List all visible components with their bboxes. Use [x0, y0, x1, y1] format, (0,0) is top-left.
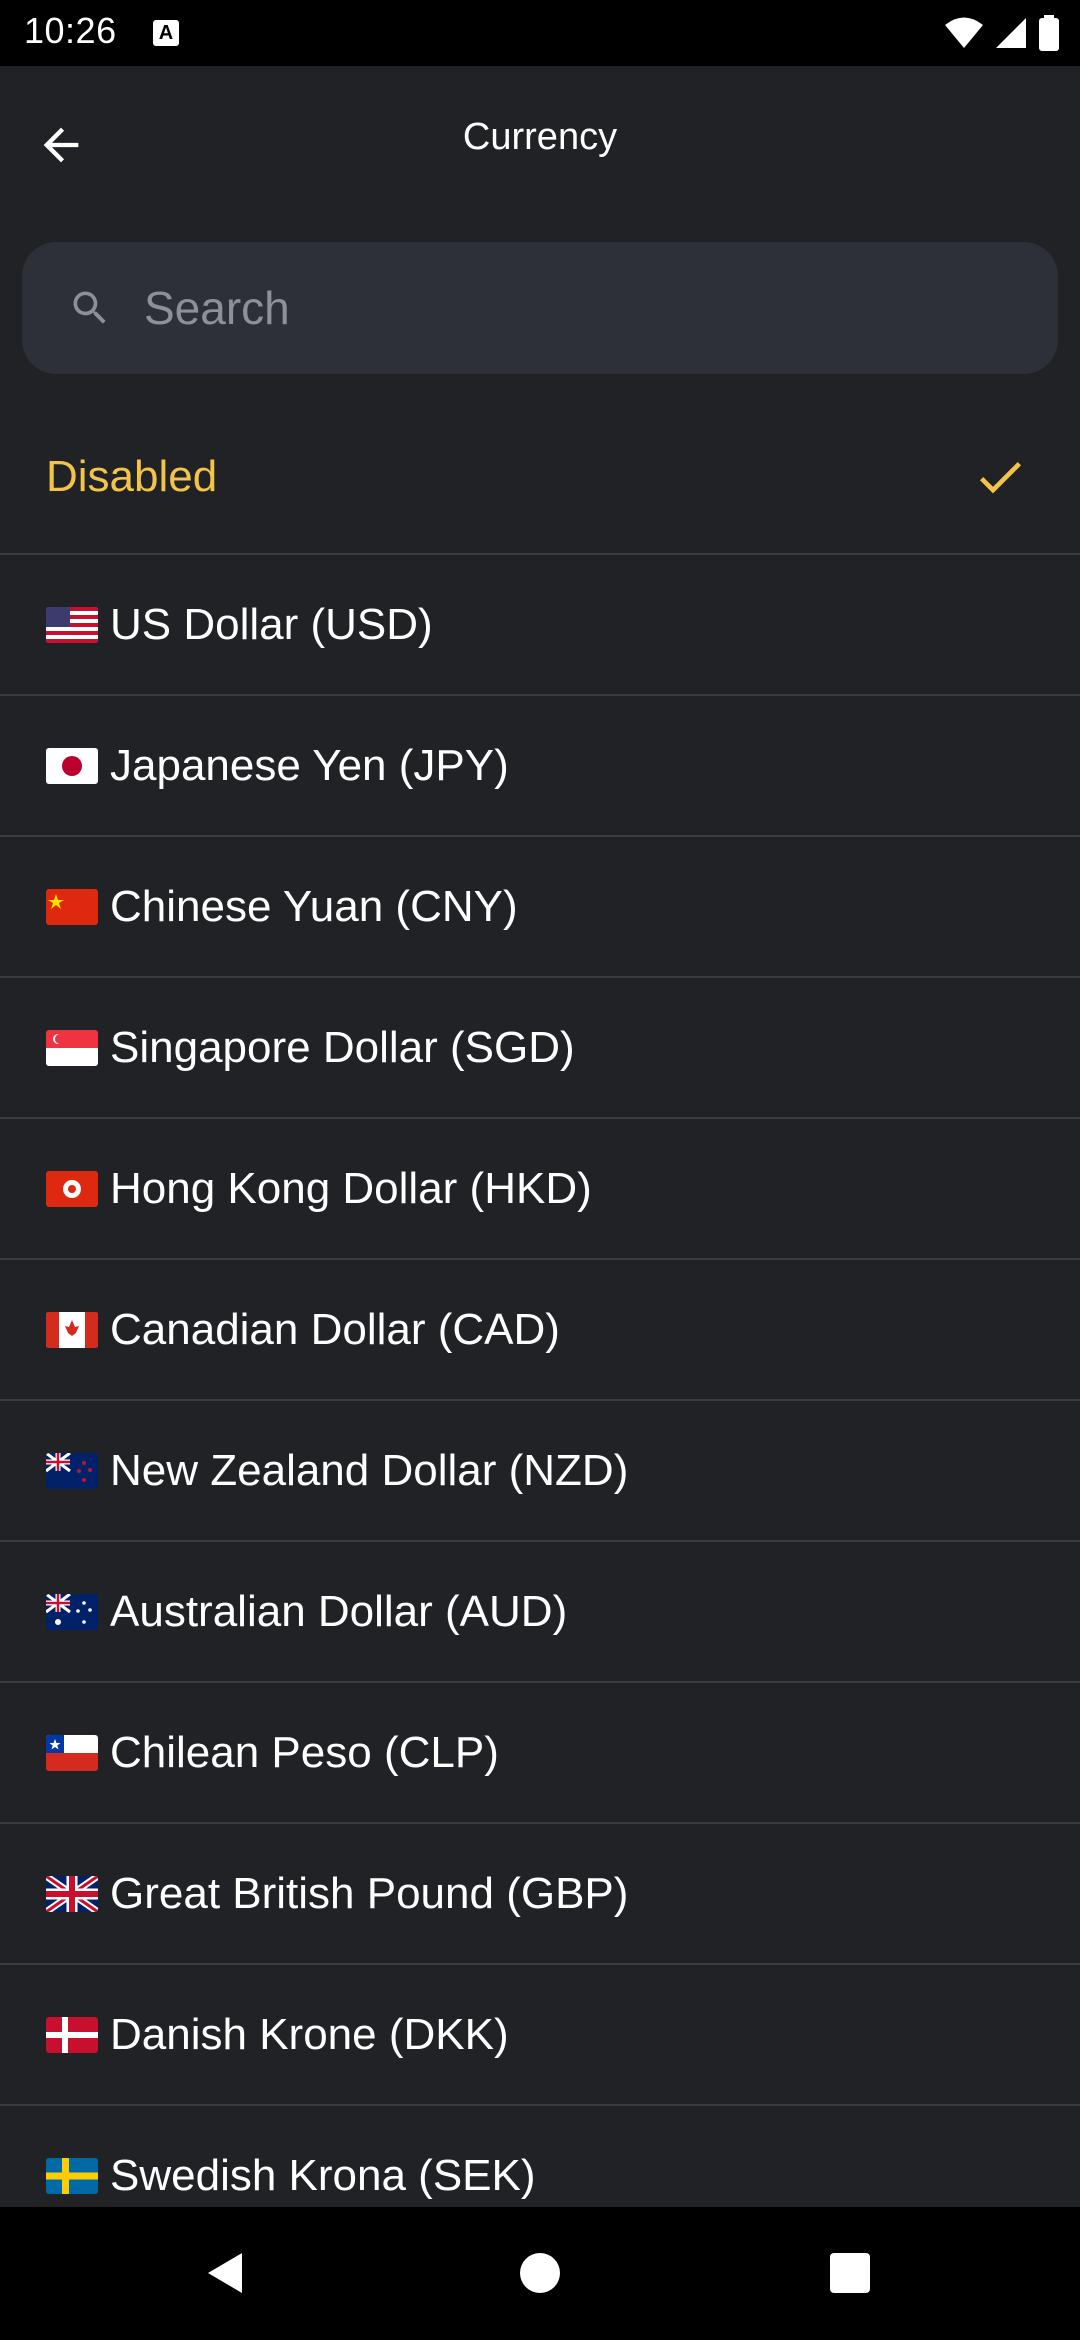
list-item[interactable]: Japanese Yen (JPY): [0, 696, 1080, 837]
list-item[interactable]: Chilean Peso (CLP): [0, 1683, 1080, 1824]
list-item-label: Danish Krone (DKK): [110, 2009, 509, 2059]
cl-flag-icon: [46, 1734, 98, 1771]
checkmark-icon: [979, 461, 1021, 493]
nz-flag-icon: [46, 1452, 98, 1489]
list-item-content: Hong Kong Dollar (HKD): [46, 1164, 592, 1214]
status-time: 10:26: [24, 10, 117, 51]
list-item-label: Australian Dollar (AUD): [110, 1586, 568, 1636]
sg-flag-icon: [46, 1029, 98, 1066]
list-item[interactable]: Canadian Dollar (CAD): [0, 1260, 1080, 1401]
system-nav-bar: [0, 2207, 1080, 2340]
wifi-icon: [945, 17, 983, 48]
hk-flag-icon: [46, 1170, 98, 1207]
list-item-content: US Dollar (USD): [46, 600, 433, 650]
status-bar: 10:26 A: [0, 0, 1080, 66]
au-flag-icon: [46, 1593, 98, 1630]
list-item[interactable]: Danish Krone (DKK): [0, 1965, 1080, 2106]
list-item[interactable]: Australian Dollar (AUD): [0, 1542, 1080, 1683]
signal-icon: [996, 18, 1026, 48]
list-item-content: Singapore Dollar (SGD): [46, 1023, 575, 1073]
notification-a-icon: A: [153, 20, 179, 46]
back-triangle-icon: [208, 2253, 242, 2293]
nav-recents-button[interactable]: [820, 2243, 880, 2303]
nav-back-button[interactable]: [196, 2243, 256, 2303]
search-input[interactable]: [144, 268, 1024, 348]
list-item[interactable]: Great British Pound (GBP): [0, 1824, 1080, 1965]
us-flag-icon: [46, 606, 98, 643]
list-item[interactable]: Chinese Yuan (CNY): [0, 837, 1080, 978]
status-icons: [944, 14, 1060, 52]
list-item-label: Swedish Krona (SEK): [110, 2150, 536, 2200]
list-item-label: Singapore Dollar (SGD): [110, 1022, 575, 1072]
list-item[interactable]: Hong Kong Dollar (HKD): [0, 1119, 1080, 1260]
list-item[interactable]: New Zealand Dollar (NZD): [0, 1401, 1080, 1542]
battery-icon: [1039, 15, 1059, 51]
list-item-label: Chinese Yuan (CNY): [110, 881, 518, 931]
home-circle-icon: [520, 2253, 560, 2293]
search-icon: [73, 291, 106, 324]
se-flag-icon: [46, 2157, 98, 2194]
recents-square-icon: [830, 2253, 870, 2293]
list-item-label: Disabled: [46, 451, 218, 501]
app-bar: Currency: [0, 66, 1080, 220]
list-item[interactable]: Singapore Dollar (SGD): [0, 978, 1080, 1119]
list-item-content: Chinese Yuan (CNY): [46, 882, 518, 932]
list-item-disabled[interactable]: Disabled: [0, 400, 1080, 555]
list-item-content: Japanese Yen (JPY): [46, 741, 509, 791]
cn-flag-icon: [46, 888, 98, 925]
list-item-content: Canadian Dollar (CAD): [46, 1305, 560, 1355]
ca-flag-icon: [46, 1311, 98, 1348]
list-item-content: Danish Krone (DKK): [46, 2010, 509, 2060]
currency-list: Disabled US Dollar (USD) Japanese Yen (J…: [0, 400, 1080, 2247]
list-item-label: Hong Kong Dollar (HKD): [110, 1163, 592, 1213]
jp-flag-icon: [46, 747, 98, 784]
dk-flag-icon: [46, 2016, 98, 2053]
search-bar[interactable]: [22, 242, 1058, 374]
list-item-label: Chilean Peso (CLP): [110, 1727, 499, 1777]
list-item-content: Australian Dollar (AUD): [46, 1587, 567, 1637]
list-item-content: Great British Pound (GBP): [46, 1869, 628, 1919]
list-item-content: New Zealand Dollar (NZD): [46, 1446, 628, 1496]
list-item-label: Great British Pound (GBP): [110, 1868, 629, 1918]
nav-home-button[interactable]: [510, 2243, 570, 2303]
list-item[interactable]: US Dollar (USD): [0, 555, 1080, 696]
gb-flag-icon: [46, 1875, 98, 1912]
list-item-label: New Zealand Dollar (NZD): [110, 1445, 629, 1495]
page-title: Currency: [462, 116, 618, 158]
list-item-label: Canadian Dollar (CAD): [110, 1304, 560, 1354]
list-item-content: Swedish Krona (SEK): [46, 2151, 536, 2201]
list-item-label: Japanese Yen (JPY): [110, 740, 509, 790]
list-item-content: Chilean Peso (CLP): [46, 1728, 499, 1778]
list-item-label: US Dollar (USD): [110, 599, 433, 649]
